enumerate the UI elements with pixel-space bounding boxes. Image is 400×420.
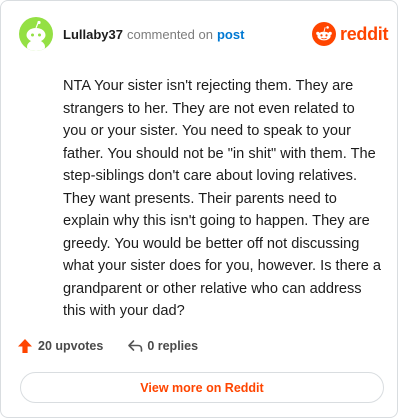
replies-button[interactable]: 0 replies (127, 338, 198, 354)
reply-count: 0 replies (147, 339, 199, 353)
user-avatar-icon[interactable] (19, 17, 53, 51)
comment-header: Lullaby37 commented on post (63, 28, 244, 42)
comment-body: NTA Your sister isn't rejecting them. Th… (63, 78, 381, 319)
reddit-logo-icon (312, 22, 336, 46)
reply-arrow-icon (128, 340, 143, 352)
username-link[interactable]: Lullaby37 (63, 27, 123, 42)
upvote-button[interactable]: 20 upvotes (17, 338, 103, 354)
commented-on-text: commented on (126, 27, 213, 42)
reddit-wordmark: reddit (340, 23, 389, 44)
comment-footer: 20 upvotes 0 replies (17, 338, 198, 354)
reddit-brand-link[interactable]: reddit (312, 22, 389, 46)
view-more-button[interactable]: View more on Reddit (20, 372, 384, 403)
upvote-count: 20 upvotes (38, 339, 104, 353)
post-link[interactable]: post (217, 27, 244, 42)
upvote-arrow-icon (18, 339, 32, 353)
comment-embed-card: Lullaby37 commented on post reddit NTA You… (0, 0, 398, 418)
